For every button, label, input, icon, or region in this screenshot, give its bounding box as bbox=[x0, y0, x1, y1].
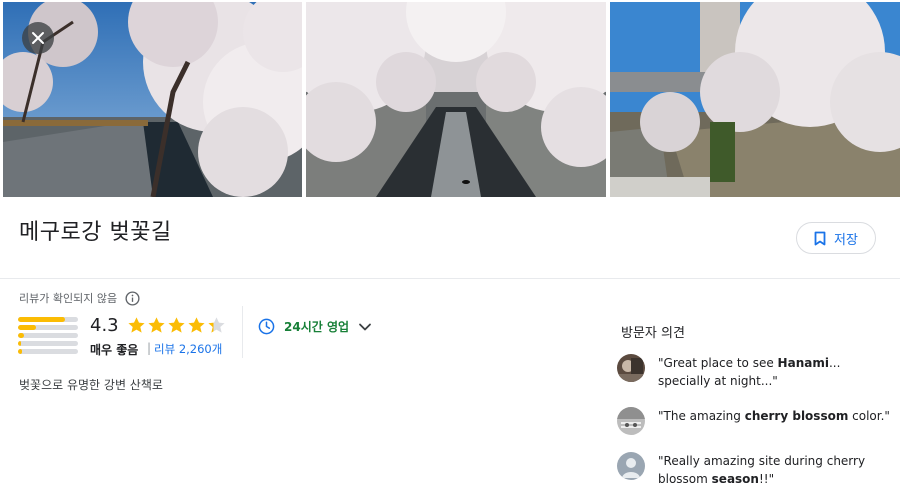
rating-label: 매우 좋음 bbox=[90, 343, 139, 357]
rating-bar-1 bbox=[18, 349, 78, 354]
opinion-quote: "Great place to see Hanami... specially … bbox=[658, 354, 893, 390]
avatar bbox=[617, 354, 645, 382]
place-description: 벚꽃으로 유명한 강변 산책로 bbox=[19, 378, 163, 392]
opinion-item[interactable]: "The amazing cherry blossom color." bbox=[617, 407, 897, 435]
opinion-quote: "Really amazing site during cherry bloss… bbox=[658, 452, 893, 488]
info-icon[interactable] bbox=[125, 290, 140, 306]
star-icon bbox=[188, 317, 205, 333]
vertical-divider bbox=[242, 306, 243, 358]
photo-2[interactable] bbox=[306, 2, 606, 197]
quote-highlight: cherry blossom bbox=[744, 409, 849, 423]
clock-icon bbox=[258, 318, 275, 335]
star-icon bbox=[128, 317, 145, 333]
star-icon bbox=[148, 317, 165, 333]
bookmark-icon bbox=[814, 231, 826, 245]
quote-text: !!" bbox=[758, 472, 775, 486]
save-button[interactable]: 저장 bbox=[796, 222, 876, 254]
section-divider bbox=[0, 278, 900, 279]
place-title: 메구로강 벚꽃길 bbox=[19, 220, 172, 245]
rating-bar-5 bbox=[18, 317, 78, 322]
rating-separator: | bbox=[147, 341, 152, 355]
star-icon bbox=[208, 317, 225, 333]
quote-text: "Great place to see bbox=[658, 356, 778, 370]
chevron-down-icon bbox=[359, 323, 371, 330]
unverified-note: 리뷰가 확인되지 않음 bbox=[19, 290, 140, 306]
save-label: 저장 bbox=[834, 232, 858, 248]
quote-highlight: season bbox=[711, 472, 759, 486]
hours-toggle[interactable]: 24시간 영업 bbox=[258, 318, 372, 335]
avatar bbox=[617, 407, 645, 435]
review-count-link[interactable]: 리뷰 2,260개 bbox=[154, 341, 222, 357]
rating-bar-4 bbox=[18, 325, 78, 330]
quote-text: color." bbox=[848, 409, 890, 423]
star-rating bbox=[127, 316, 226, 335]
photo-strip bbox=[0, 0, 900, 197]
close-icon bbox=[32, 32, 44, 44]
rating-value: 4.3 bbox=[90, 315, 119, 336]
rating-distribution bbox=[18, 317, 78, 357]
quote-highlight: Hanami bbox=[777, 356, 829, 370]
quote-text: "The amazing bbox=[658, 409, 745, 423]
rating-bar-2 bbox=[18, 341, 78, 346]
star-icon bbox=[168, 317, 185, 333]
rating-bar-3 bbox=[18, 333, 78, 338]
photo-3[interactable] bbox=[610, 2, 900, 197]
opinion-quote: "The amazing cherry blossom color." bbox=[658, 407, 893, 425]
close-button[interactable] bbox=[22, 22, 54, 54]
opinions-title: 방문자 의견 bbox=[621, 326, 685, 341]
unverified-label: 리뷰가 확인되지 않음 bbox=[19, 292, 118, 305]
opinion-item[interactable]: "Really amazing site during cherry bloss… bbox=[617, 452, 897, 488]
avatar bbox=[617, 452, 645, 480]
opinion-item[interactable]: "Great place to see Hanami... specially … bbox=[617, 354, 897, 390]
hours-label: 24시간 영업 bbox=[284, 320, 350, 334]
